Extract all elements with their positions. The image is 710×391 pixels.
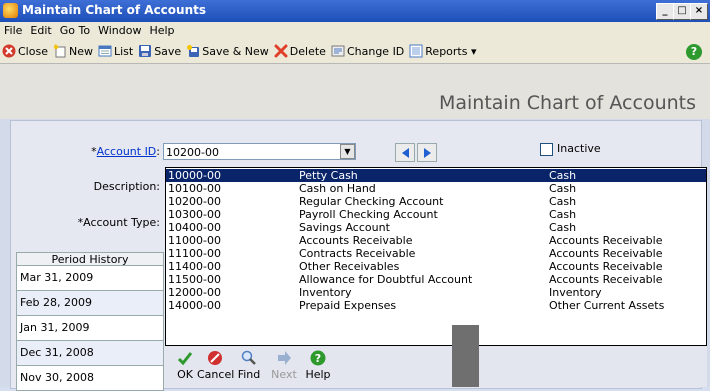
ok-check-icon bbox=[177, 352, 193, 366]
toolbar: Close New List Save Save & New Delete Ch… bbox=[0, 41, 710, 64]
inactive-label: Inactive bbox=[557, 142, 601, 155]
list-label: List bbox=[113, 45, 134, 58]
account-list-row[interactable]: 10400-00 Savings Account Cash bbox=[166, 221, 706, 234]
menu-goto[interactable]: Go To bbox=[56, 22, 94, 37]
cancel-button[interactable]: Cancel bbox=[197, 346, 235, 381]
find-label: Find bbox=[237, 368, 261, 381]
menu-bar: File Edit Go To Window Help bbox=[0, 22, 710, 41]
period-history-row[interactable]: Nov 30, 2008 bbox=[16, 366, 164, 391]
change-id-label: Change ID bbox=[346, 45, 405, 58]
window-title: Maintain Chart of Accounts bbox=[22, 3, 207, 17]
change-id-button[interactable]: Change ID bbox=[329, 42, 407, 62]
help-button[interactable]: ? Help bbox=[300, 346, 336, 381]
period-history-header: Period History bbox=[16, 252, 164, 266]
previous-record-button[interactable] bbox=[395, 143, 415, 162]
account-lookup-list: 10000-00 Petty Cash Cash 10100-00 Cash on H… bbox=[165, 167, 707, 346]
help-label: Help bbox=[305, 368, 331, 381]
new-button[interactable]: New bbox=[51, 42, 96, 62]
reports-button[interactable]: Reports ▾ bbox=[407, 42, 479, 62]
find-button[interactable]: Find bbox=[231, 346, 267, 381]
previous-arrow-icon bbox=[402, 148, 409, 158]
inactive-checkbox[interactable] bbox=[540, 143, 553, 156]
account-list-row[interactable]: 11400-00 Other Receivables Accounts Receiv… bbox=[166, 260, 706, 273]
account-list-row[interactable]: 11100-00 Contracts Receivable Accounts Rec… bbox=[166, 247, 706, 260]
help-icon: ? bbox=[310, 350, 326, 366]
next-arrow-icon bbox=[278, 351, 291, 365]
svg-text:?: ? bbox=[315, 352, 321, 365]
account-list-row[interactable]: 11500-00 Allowance for Doubtful Account Ac… bbox=[166, 273, 706, 286]
close-window-button[interactable]: × bbox=[690, 3, 708, 20]
account-id-label: *Account ID: bbox=[60, 145, 160, 158]
menu-edit[interactable]: Edit bbox=[26, 22, 55, 37]
find-magnifier-icon bbox=[241, 350, 256, 365]
overlay-block bbox=[452, 325, 479, 387]
close-icon bbox=[2, 44, 16, 58]
account-list-row[interactable]: 11000-00 Accounts Receivable Accounts Rece… bbox=[166, 234, 706, 247]
period-history-row[interactable]: Jan 31, 2009 bbox=[16, 316, 164, 341]
delete-icon bbox=[274, 44, 288, 58]
account-list-row[interactable]: 10200-00 Regular Checking Account Cash bbox=[166, 195, 706, 208]
reports-icon bbox=[409, 44, 423, 58]
save-new-button[interactable]: Save & New bbox=[184, 42, 272, 62]
menu-file[interactable]: File bbox=[0, 22, 26, 37]
lookup-toolbar: OK Cancel Find Next ? Help bbox=[165, 346, 707, 387]
account-id-colon: : bbox=[156, 145, 160, 158]
new-icon bbox=[53, 44, 66, 58]
description-label: Description: bbox=[93, 180, 160, 193]
delete-button[interactable]: Delete bbox=[272, 42, 329, 62]
next-arrow-icon bbox=[424, 148, 431, 158]
next-button[interactable]: Next bbox=[266, 346, 302, 381]
app-icon bbox=[3, 3, 18, 18]
account-list-row[interactable]: 14000-00 Prepaid Expenses Other Current As… bbox=[166, 299, 706, 312]
reports-label: Reports ▾ bbox=[425, 45, 477, 58]
save-label: Save bbox=[154, 45, 182, 58]
delete-label: Delete bbox=[289, 45, 326, 58]
window-titlebar: Maintain Chart of Accounts _ □ × bbox=[0, 0, 710, 22]
close-label: Close bbox=[18, 45, 48, 58]
period-history-row[interactable]: Dec 31, 2008 bbox=[16, 341, 164, 366]
account-list-row[interactable]: 10000-00 Petty Cash Cash bbox=[166, 169, 706, 182]
menu-help[interactable]: Help bbox=[145, 22, 178, 37]
account-id-input[interactable]: 10200-00 bbox=[163, 143, 356, 160]
account-id-dropdown-arrow[interactable]: ▼ bbox=[340, 144, 355, 159]
page-title: Maintain Chart of Accounts bbox=[438, 92, 696, 114]
account-list-row[interactable]: 10300-00 Payroll Checking Account Cash bbox=[166, 208, 706, 221]
next-record-button[interactable] bbox=[417, 143, 437, 162]
close-button[interactable]: Close bbox=[0, 42, 51, 62]
cancel-icon bbox=[208, 351, 222, 365]
save-icon bbox=[139, 45, 152, 57]
list-icon bbox=[98, 45, 112, 57]
list-button[interactable]: List bbox=[96, 42, 136, 62]
help-icon[interactable]: ? bbox=[686, 44, 702, 60]
save-button[interactable]: Save bbox=[136, 42, 184, 62]
new-label: New bbox=[68, 45, 93, 58]
cancel-label: Cancel bbox=[197, 368, 235, 381]
maximize-button[interactable]: □ bbox=[673, 3, 691, 20]
period-history-row[interactable]: Feb 28, 2009 bbox=[16, 291, 164, 316]
account-type-label: *Account Type: bbox=[77, 216, 160, 229]
next-label: Next bbox=[271, 368, 297, 381]
page-header: Maintain Chart of Accounts bbox=[0, 64, 710, 119]
change-id-icon bbox=[331, 45, 345, 57]
menu-window[interactable]: Window bbox=[94, 22, 145, 37]
account-list-row[interactable]: 10100-00 Cash on Hand Cash bbox=[166, 182, 706, 195]
account-list-row[interactable]: 12000-00 Inventory Inventory bbox=[166, 286, 706, 299]
save-new-icon bbox=[187, 45, 200, 57]
period-history-row[interactable]: Mar 31, 2009 bbox=[16, 266, 164, 291]
save-new-label: Save & New bbox=[202, 45, 269, 58]
account-id-link[interactable]: Account ID bbox=[97, 145, 157, 158]
minimize-button[interactable]: _ bbox=[656, 3, 674, 20]
